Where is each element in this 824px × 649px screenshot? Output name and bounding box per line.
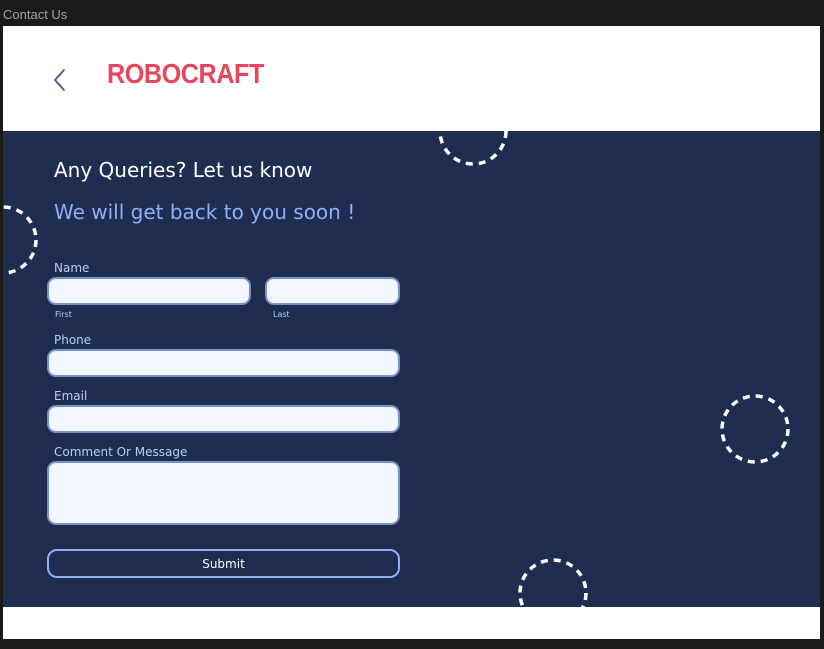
first-name-input[interactable] bbox=[47, 277, 251, 305]
window-title: Contact Us bbox=[3, 7, 68, 22]
last-name-input[interactable] bbox=[265, 277, 400, 305]
first-name-sublabel: First bbox=[55, 310, 72, 319]
name-label: Name bbox=[54, 261, 90, 275]
decorative-dashed-circle bbox=[3, 205, 38, 275]
footer bbox=[3, 607, 820, 639]
brand-logo[interactable]: ROBOCRAFT bbox=[107, 58, 264, 90]
phone-label: Phone bbox=[54, 333, 92, 347]
chevron-left-icon[interactable] bbox=[49, 64, 73, 96]
message-label: Comment Or Message bbox=[54, 445, 188, 459]
form-heading: Any Queries? Let us know bbox=[54, 158, 313, 182]
email-input[interactable] bbox=[47, 405, 400, 433]
decorative-dashed-circle bbox=[720, 394, 790, 464]
last-name-sublabel: Last bbox=[273, 310, 290, 319]
contact-section: Any Queries? Let us know We will get bac… bbox=[3, 131, 820, 607]
decorative-dashed-circle bbox=[518, 558, 588, 607]
form-subheading: We will get back to you soon ! bbox=[54, 200, 356, 224]
header: ROBOCRAFT bbox=[3, 26, 820, 131]
decorative-dashed-circle bbox=[438, 131, 508, 166]
email-label: Email bbox=[54, 389, 88, 403]
contact-page: ROBOCRAFT Any Queries? Let us know We wi… bbox=[3, 26, 820, 639]
message-textarea[interactable] bbox=[47, 461, 400, 525]
phone-input[interactable] bbox=[47, 349, 400, 377]
submit-button[interactable]: Submit bbox=[47, 549, 400, 578]
